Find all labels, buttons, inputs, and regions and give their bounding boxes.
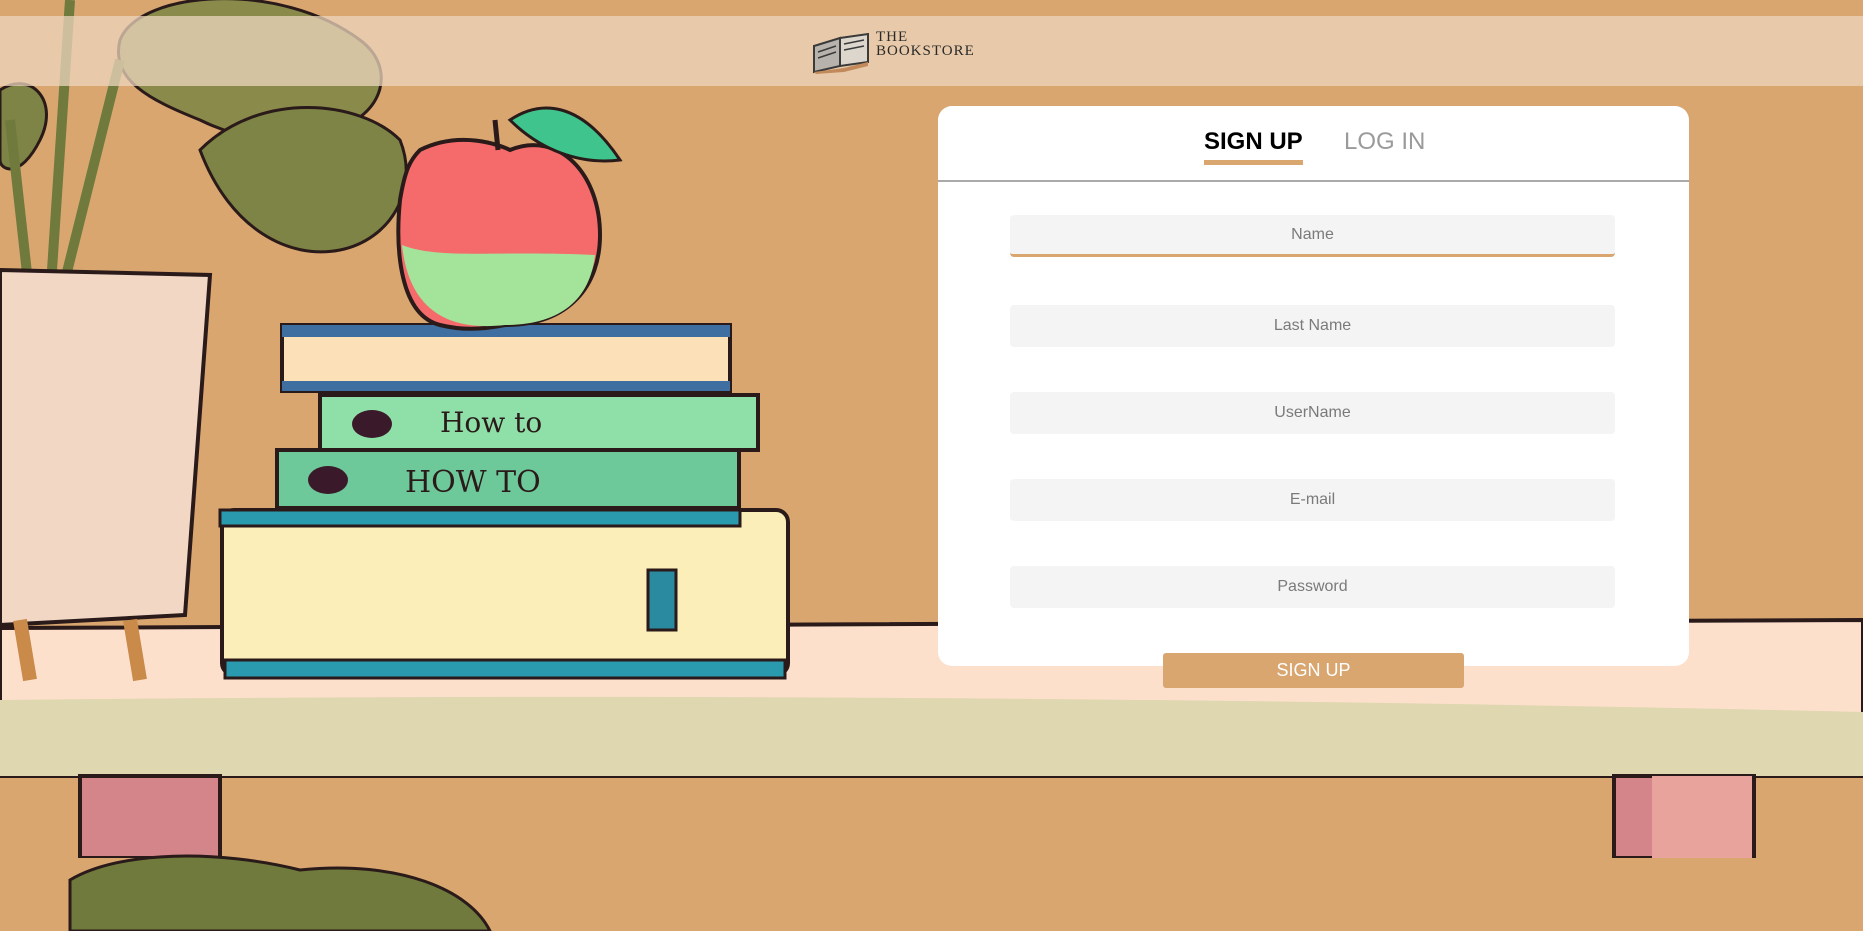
sign-up-button[interactable]: SIGN UP: [1163, 653, 1464, 688]
tab-log-in[interactable]: LOG IN: [1344, 128, 1425, 160]
name-input[interactable]: [1010, 215, 1615, 257]
auth-tabs: SIGN UP LOG IN: [938, 106, 1689, 182]
password-input[interactable]: [1010, 566, 1615, 608]
username-input[interactable]: [1010, 392, 1615, 434]
tab-sign-up[interactable]: SIGN UP: [1204, 128, 1303, 165]
logo-text-line1: THE: [876, 29, 909, 45]
books-stack-icon: HOW TO How to: [218, 323, 790, 680]
auth-card: SIGN UP LOG IN: [938, 106, 1689, 666]
book-spine-text-3: How to: [440, 406, 542, 439]
book-spine-text-2: HOW TO: [405, 465, 541, 500]
book-logo-icon: [813, 32, 869, 74]
logo[interactable]: THE BOOKSTORE: [810, 24, 986, 74]
email-input[interactable]: [1010, 479, 1615, 521]
last-name-input[interactable]: [1010, 305, 1615, 347]
logo-text-line2: BOOKSTORE: [876, 43, 975, 59]
